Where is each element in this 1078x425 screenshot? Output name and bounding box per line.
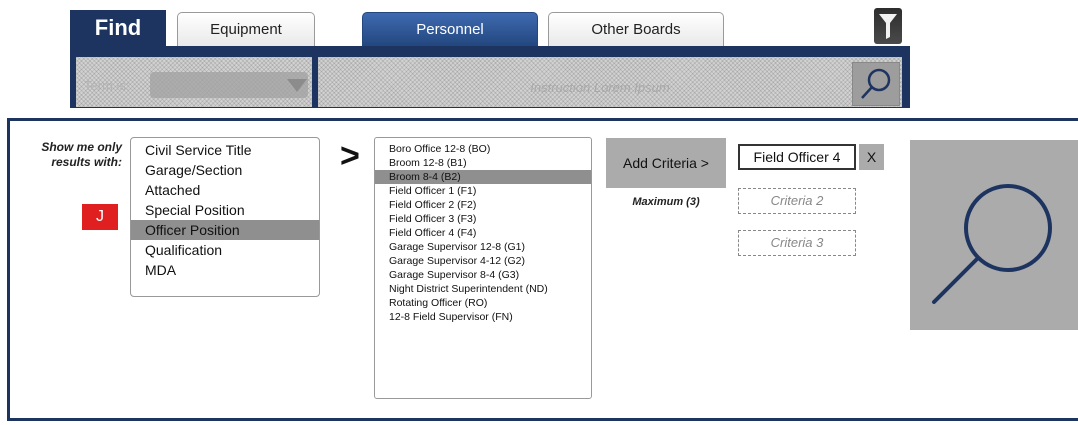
add-criteria-button[interactable]: Add Criteria > bbox=[606, 138, 726, 188]
term-label: Term is: bbox=[84, 78, 130, 93]
show-me-label: Show me only results with: bbox=[41, 140, 122, 169]
criteria-slot-3: Criteria 3 bbox=[738, 230, 856, 256]
list-item[interactable]: Garage Supervisor 12-8 (G1) bbox=[375, 240, 591, 254]
category-list[interactable]: Civil Service Title Garage/Section Attac… bbox=[130, 137, 320, 297]
list-item[interactable]: Special Position bbox=[131, 200, 319, 220]
tab-equipment[interactable]: Equipment bbox=[177, 12, 315, 46]
list-item[interactable]: Field Officer 4 (F4) bbox=[375, 226, 591, 240]
list-item[interactable]: Field Officer 3 (F3) bbox=[375, 212, 591, 226]
list-item[interactable]: Field Officer 1 (F1) bbox=[375, 184, 591, 198]
list-item[interactable]: Qualification bbox=[131, 240, 319, 260]
find-title: Find bbox=[70, 10, 166, 46]
filter-button[interactable] bbox=[874, 8, 902, 44]
search-button[interactable] bbox=[852, 62, 900, 106]
term-select[interactable] bbox=[150, 72, 308, 98]
arrow-indicator: > bbox=[340, 137, 360, 175]
maximum-label: Maximum (3) bbox=[632, 196, 700, 208]
tab-personnel[interactable]: Personnel bbox=[362, 12, 538, 46]
list-item[interactable]: Garage Supervisor 4-12 (G2) bbox=[375, 254, 591, 268]
search-button-large[interactable] bbox=[910, 140, 1078, 330]
chevron-down-icon bbox=[287, 79, 307, 92]
list-item[interactable]: Broom 12-8 (B1) bbox=[375, 156, 591, 170]
list-item[interactable]: Night District Superintendent (ND) bbox=[375, 282, 591, 296]
tab-other-boards[interactable]: Other Boards bbox=[548, 12, 724, 46]
list-item-selected[interactable]: Broom 8-4 (B2) bbox=[375, 170, 591, 184]
search-icon bbox=[932, 184, 1052, 304]
filter-icon bbox=[879, 14, 897, 39]
list-item[interactable]: Civil Service Title bbox=[131, 140, 319, 160]
value-list[interactable]: Boro Office 12-8 (BO) Broom 12-8 (B1) Br… bbox=[374, 137, 592, 399]
remove-criteria-button[interactable]: X bbox=[859, 144, 884, 170]
list-item[interactable]: Attached bbox=[131, 180, 319, 200]
list-item[interactable]: Boro Office 12-8 (BO) bbox=[375, 142, 591, 156]
list-item[interactable]: Field Officer 2 (F2) bbox=[375, 198, 591, 212]
criteria-slot-1[interactable]: Field Officer 4 bbox=[738, 144, 856, 170]
search-icon bbox=[861, 68, 891, 99]
list-item-selected[interactable]: Officer Position bbox=[131, 220, 319, 240]
criteria-slot-2: Criteria 2 bbox=[738, 188, 856, 214]
instruction-input[interactable]: Instruction Lorem Ipsum bbox=[450, 80, 750, 95]
list-item[interactable]: MDA bbox=[131, 260, 319, 280]
list-item[interactable]: 12-8 Field Supervisor (FN) bbox=[375, 310, 591, 324]
list-item[interactable]: Garage Supervisor 8-4 (G3) bbox=[375, 268, 591, 282]
list-item[interactable]: Garage/Section bbox=[131, 160, 319, 180]
list-item[interactable]: Rotating Officer (RO) bbox=[375, 296, 591, 310]
step-badge: J bbox=[82, 204, 118, 230]
